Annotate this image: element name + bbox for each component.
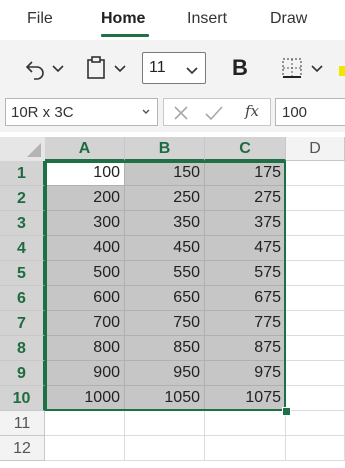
grid-cell[interactable]: 675 [205, 286, 286, 311]
select-all-triangle-icon [27, 143, 41, 157]
cancel-icon[interactable] [172, 104, 190, 127]
row-header[interactable]: 4 [0, 236, 45, 261]
grid-cell[interactable]: 600 [45, 286, 125, 311]
name-box-value: 10R x 3C [11, 104, 74, 121]
grid-cell[interactable] [205, 436, 286, 461]
row-header[interactable]: 6 [0, 286, 45, 311]
grid-cell[interactable]: 350 [125, 211, 205, 236]
grid-cell[interactable]: 800 [45, 336, 125, 361]
column-header-a[interactable]: A [45, 137, 125, 161]
row-header[interactable]: 2 [0, 186, 45, 211]
grid-cell[interactable] [125, 436, 205, 461]
grid-cell[interactable]: 150 [125, 161, 205, 186]
grid-cell[interactable]: 275 [205, 186, 286, 211]
grid-cell[interactable] [205, 411, 286, 436]
tab-draw[interactable]: Draw [270, 10, 307, 28]
clipboard-icon[interactable] [84, 55, 108, 81]
grid-cell[interactable]: 450 [125, 236, 205, 261]
grid-cell[interactable]: 950 [125, 361, 205, 386]
paste-dropdown-chevron-icon[interactable] [112, 62, 128, 76]
grid-cell[interactable]: 100 [45, 161, 125, 186]
grid-cell[interactable]: 775 [205, 311, 286, 336]
active-tab-indicator [101, 34, 149, 37]
row-header[interactable]: 12 [0, 436, 45, 461]
ribbon-tabs: File Home Insert Draw [0, 0, 345, 40]
row-header[interactable]: 10 [0, 386, 45, 411]
grid-cell[interactable]: 700 [45, 311, 125, 336]
column-header-d[interactable]: D [286, 137, 345, 161]
row-header[interactable]: 1 [0, 161, 45, 186]
grid-cell[interactable] [286, 311, 345, 336]
name-box[interactable]: 10R x 3C [5, 98, 158, 126]
grid-cell[interactable] [286, 161, 345, 186]
borders-dropdown-chevron-icon[interactable] [309, 62, 325, 76]
grid-cell[interactable]: 850 [125, 336, 205, 361]
chevron-down-icon [141, 105, 151, 124]
grid-cell[interactable]: 875 [205, 336, 286, 361]
grid-cell[interactable]: 200 [45, 186, 125, 211]
grid-cell[interactable] [286, 236, 345, 261]
grid-cell[interactable] [286, 361, 345, 386]
grid-cell[interactable]: 500 [45, 261, 125, 286]
undo-dropdown-chevron-icon[interactable] [50, 62, 66, 76]
chevron-down-icon [185, 63, 199, 81]
grid-cell[interactable] [286, 286, 345, 311]
tab-home[interactable]: Home [101, 10, 145, 28]
grid-cell[interactable] [286, 336, 345, 361]
bold-button[interactable]: B [232, 55, 248, 81]
grid-cell[interactable]: 575 [205, 261, 286, 286]
fill-handle[interactable] [282, 407, 291, 416]
grid-cell[interactable]: 175 [205, 161, 286, 186]
grid-cell[interactable]: 550 [125, 261, 205, 286]
grid-cell[interactable] [286, 436, 345, 461]
grid-cell[interactable] [286, 186, 345, 211]
column-header-c[interactable]: C [205, 137, 286, 161]
grid-cell[interactable]: 1000 [45, 386, 125, 411]
grid-cell[interactable]: 400 [45, 236, 125, 261]
grid-cell[interactable] [125, 411, 205, 436]
column-header-b[interactable]: B [125, 137, 205, 161]
confirm-icon[interactable] [204, 104, 224, 127]
grid-cell[interactable]: 250 [125, 186, 205, 211]
grid-cell[interactable]: 1050 [125, 386, 205, 411]
grid-cell[interactable]: 1075 [205, 386, 286, 411]
grid-cell[interactable]: 475 [205, 236, 286, 261]
grid-cell[interactable] [45, 411, 125, 436]
tab-file[interactable]: File [27, 10, 53, 28]
font-size-value: 11 [149, 59, 166, 76]
row-header[interactable]: 11 [0, 411, 45, 436]
grid-cell[interactable]: 300 [45, 211, 125, 236]
grid-cell[interactable] [286, 386, 345, 411]
grid-cell[interactable]: 750 [125, 311, 205, 336]
grid-cell[interactable]: 375 [205, 211, 286, 236]
font-size-select[interactable]: 11 [142, 52, 206, 84]
row-header[interactable]: 9 [0, 361, 45, 386]
formula-value: 100 [282, 104, 308, 121]
grid-cell[interactable]: 650 [125, 286, 205, 311]
insert-function-icon[interactable]: fx [245, 102, 259, 120]
grid-cell[interactable] [286, 211, 345, 236]
formula-input[interactable]: 100 [275, 98, 345, 126]
tab-insert[interactable]: Insert [187, 10, 227, 28]
grid-cell[interactable]: 900 [45, 361, 125, 386]
row-header[interactable]: 3 [0, 211, 45, 236]
grid-cell[interactable] [45, 436, 125, 461]
grid-cell[interactable]: 975 [205, 361, 286, 386]
highlight-icon[interactable] [337, 64, 345, 78]
grid-cell[interactable] [286, 261, 345, 286]
grid-cell[interactable] [286, 411, 345, 436]
borders-icon[interactable] [280, 56, 304, 80]
row-header[interactable]: 8 [0, 336, 45, 361]
undo-icon[interactable] [22, 56, 48, 82]
row-header[interactable]: 5 [0, 261, 45, 286]
row-header[interactable]: 7 [0, 311, 45, 336]
